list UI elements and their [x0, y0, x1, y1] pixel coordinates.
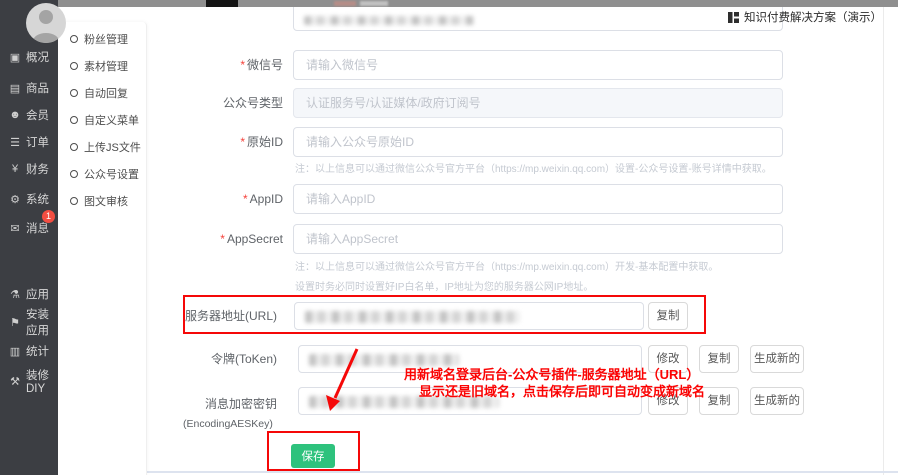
submenu-item-article-review[interactable]: 图文审核	[70, 193, 146, 209]
stats-icon: ▥	[8, 345, 22, 358]
redacted-value	[305, 311, 520, 323]
finance-icon: ¥	[8, 163, 22, 175]
submenu-item-upload-js[interactable]: 上传JS文件	[70, 139, 146, 155]
submenu-item-material[interactable]: 素材管理	[70, 58, 146, 74]
message-icon: ✉	[8, 222, 22, 235]
avatar-person-icon	[39, 10, 53, 24]
generate-token-button[interactable]: 生成新的	[750, 345, 804, 373]
submenu-item-fans[interactable]: 粉丝管理	[70, 31, 146, 47]
submenu-item-custom-menu[interactable]: 自定义菜单	[70, 112, 146, 128]
required-mark: *	[240, 58, 245, 72]
goods-icon: ▤	[8, 82, 22, 95]
system-icon: ⚙	[8, 193, 22, 206]
submenu-item-account-settings[interactable]: 公众号设置	[70, 166, 146, 182]
order-icon: ☰	[8, 136, 22, 149]
install-app-icon: ⚑	[8, 316, 22, 329]
original-id-input[interactable]	[293, 127, 783, 157]
copy-token-button[interactable]: 复制	[699, 345, 739, 373]
sidebar-item-overview[interactable]: ▣概况	[0, 46, 58, 68]
note-account-settings: 注：以上信息可以通过微信公众号官方平台（https://mp.weixin.qq…	[295, 160, 772, 175]
app-id-label: *AppID	[150, 184, 283, 214]
generate-aes-button[interactable]: 生成新的	[750, 387, 804, 415]
radio-circle-icon	[70, 89, 78, 97]
server-url-label: 服务器地址(URL)	[144, 302, 277, 330]
app-icon: ⚗	[8, 288, 22, 301]
wechat-id-input[interactable]	[293, 50, 783, 80]
main-content: 知识付费解决方案（演示） *微信号 公众号类型 *原始ID 注：以上信息可以通过…	[147, 0, 898, 475]
ghost-dark-box	[206, 0, 238, 7]
radio-circle-icon	[70, 170, 78, 178]
save-button[interactable]: 保存	[291, 444, 335, 468]
decorate-diy-icon: ⚒	[8, 375, 22, 388]
bottom-divider	[147, 471, 898, 473]
note-dev-config: 注：以上信息可以通过微信公众号官方平台（https://mp.weixin.qq…	[295, 258, 718, 273]
sidebar-item-decorate-diy[interactable]: ⚒装修DIY	[0, 370, 58, 392]
wechat-id-label: *微信号	[150, 50, 283, 80]
plugin-submenu: 粉丝管理 素材管理 自动回复 自定义菜单 上传JS文件 公众号设置 图文审核	[58, 22, 147, 475]
radio-circle-icon	[70, 35, 78, 43]
sidebar-item-apps[interactable]: ⚗应用	[0, 283, 58, 305]
server-url-input[interactable]	[294, 302, 644, 330]
aes-key-sublabel: (EncodingAESKey)	[183, 418, 273, 430]
message-count-badge: 1	[42, 210, 55, 223]
annotation-text-line2: 显示还是旧域名，点击保存后即可自动变成新域名	[419, 381, 705, 400]
top-ghost-strip	[58, 0, 898, 7]
submenu-item-autoreply[interactable]: 自动回复	[70, 85, 146, 101]
radio-circle-icon	[70, 197, 78, 205]
brand-grid-icon	[728, 12, 739, 23]
sidebar-item-finance[interactable]: ¥财务	[0, 158, 58, 180]
main-sidebar: ▣概况 ▤商品 ☻会员 ☰订单 ¥财务 ⚙系统 ✉消息1 ⚗应用 ⚑安装应用 ▥…	[0, 0, 58, 475]
sidebar-item-orders[interactable]: ☰订单	[0, 131, 58, 153]
overview-icon: ▣	[8, 51, 22, 64]
wechat-plugin-settings-page: 知识付费解决方案（演示） *微信号 公众号类型 *原始ID 注：以上信息可以通过…	[0, 0, 898, 475]
redacted-value	[304, 16, 474, 25]
app-secret-label: *AppSecret	[150, 224, 283, 254]
radio-circle-icon	[70, 143, 78, 151]
required-mark: *	[220, 232, 225, 246]
sidebar-item-messages[interactable]: ✉消息1	[0, 217, 58, 239]
member-icon: ☻	[8, 109, 22, 121]
app-secret-input[interactable]	[293, 224, 783, 254]
radio-circle-icon	[70, 116, 78, 124]
brand-title: 知识付费解决方案（演示）	[744, 9, 882, 25]
app-id-input[interactable]	[293, 184, 783, 214]
brand-header: 知识付费解决方案（演示）	[728, 9, 882, 25]
user-avatar[interactable]	[26, 3, 66, 43]
aes-key-label: 消息加密密钥	[144, 390, 277, 418]
account-type-input	[293, 88, 783, 118]
radio-circle-icon	[70, 62, 78, 70]
sidebar-item-goods[interactable]: ▤商品	[0, 77, 58, 99]
token-label: 令牌(ToKen)	[144, 345, 277, 373]
required-mark: *	[240, 135, 245, 149]
account-type-label: 公众号类型	[150, 88, 283, 118]
original-id-label: *原始ID	[150, 127, 283, 157]
copy-url-button[interactable]: 复制	[648, 302, 688, 330]
page-right-border	[883, 0, 884, 475]
sidebar-item-statistics[interactable]: ▥统计	[0, 340, 58, 362]
note-ip-whitelist: 设置时务必同时设置好IP白名单，IP地址为您的服务器公网IP地址。	[295, 278, 593, 293]
sidebar-item-members[interactable]: ☻会员	[0, 104, 58, 126]
sidebar-item-install-apps[interactable]: ⚑安装应用	[0, 311, 58, 333]
sidebar-item-system[interactable]: ⚙系统	[0, 188, 58, 210]
required-mark: *	[243, 192, 248, 206]
